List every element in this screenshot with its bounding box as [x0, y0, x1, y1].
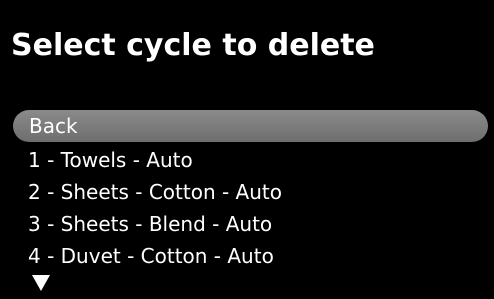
cycle-item-sheets-blend[interactable]: 3 - Sheets - Blend - Auto	[28, 208, 272, 240]
scroll-down-arrow-icon[interactable]	[32, 275, 50, 291]
cycle-item-towels[interactable]: 1 - Towels - Auto	[28, 144, 193, 176]
delete-cycle-screen: Select cycle to delete Back 1 - Towels -…	[0, 0, 494, 299]
back-menu-item[interactable]: Back	[13, 110, 488, 142]
cycle-item-sheets-cotton[interactable]: 2 - Sheets - Cotton - Auto	[28, 176, 282, 208]
page-title: Select cycle to delete	[11, 28, 375, 63]
cycle-item-duvet-cotton[interactable]: 4 - Duvet - Cotton - Auto	[28, 240, 274, 272]
